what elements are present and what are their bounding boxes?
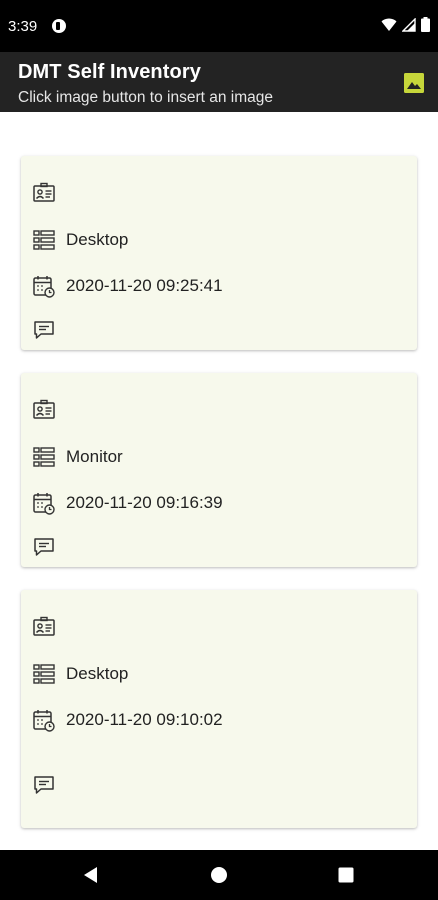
item-category: Monitor xyxy=(66,447,123,466)
id-card-icon xyxy=(33,616,55,636)
comment-icon xyxy=(34,776,54,794)
home-icon[interactable] xyxy=(207,863,231,887)
inventory-card[interactable]: Monitor 2020-11-20 09:16:39 xyxy=(21,373,417,567)
id-card-icon xyxy=(33,399,55,419)
name-row xyxy=(32,614,66,640)
list-icon xyxy=(33,664,55,684)
inventory-list: Desktop 2020-11-20 09:25:41 Monitor 2020… xyxy=(0,112,438,850)
status-time: 3:39 xyxy=(8,18,38,35)
inventory-card[interactable]: Desktop 2020-11-20 09:25:41 xyxy=(21,156,417,350)
notification-app-icon xyxy=(52,19,66,33)
app-title: DMT Self Inventory xyxy=(18,61,201,83)
item-datetime: 2020-11-20 09:16:39 xyxy=(66,493,223,512)
image-icon[interactable] xyxy=(404,73,424,93)
datetime-row: 2020-11-20 09:16:39 xyxy=(32,490,223,516)
comment-row xyxy=(32,772,66,798)
battery-icon xyxy=(421,17,430,32)
cellular-signal-icon xyxy=(402,17,416,32)
category-row: Monitor xyxy=(32,444,123,470)
calendar-clock-icon xyxy=(33,493,55,515)
navigation-bar xyxy=(0,850,438,900)
datetime-row: 2020-11-20 09:10:02 xyxy=(32,707,223,733)
list-icon xyxy=(33,230,55,250)
system-icons xyxy=(381,17,430,32)
item-datetime: 2020-11-20 09:25:41 xyxy=(66,276,223,295)
name-row xyxy=(32,397,66,423)
calendar-clock-icon xyxy=(33,276,55,298)
comment-icon xyxy=(34,538,54,556)
inventory-card[interactable]: Desktop 2020-11-20 09:10:02 xyxy=(21,590,417,828)
item-category: Desktop xyxy=(66,664,129,683)
item-category: Desktop xyxy=(66,230,129,249)
comment-row xyxy=(32,534,66,560)
category-row: Desktop xyxy=(32,661,128,687)
status-bar: 3:39 xyxy=(0,0,438,52)
app-bar: DMT Self Inventory Click image button to… xyxy=(0,52,438,112)
recents-icon[interactable] xyxy=(334,863,358,887)
id-card-icon xyxy=(33,182,55,202)
app-subtitle: Click image button to insert an image xyxy=(18,89,274,106)
calendar-clock-icon xyxy=(33,710,55,732)
comment-icon xyxy=(34,321,54,339)
comment-row xyxy=(32,317,66,343)
item-datetime: 2020-11-20 09:10:02 xyxy=(66,710,223,729)
name-row xyxy=(32,180,66,206)
wifi-icon xyxy=(381,18,397,31)
category-row: Desktop xyxy=(32,227,128,253)
datetime-row: 2020-11-20 09:25:41 xyxy=(32,273,223,299)
back-icon[interactable] xyxy=(79,863,103,887)
list-icon xyxy=(33,447,55,467)
